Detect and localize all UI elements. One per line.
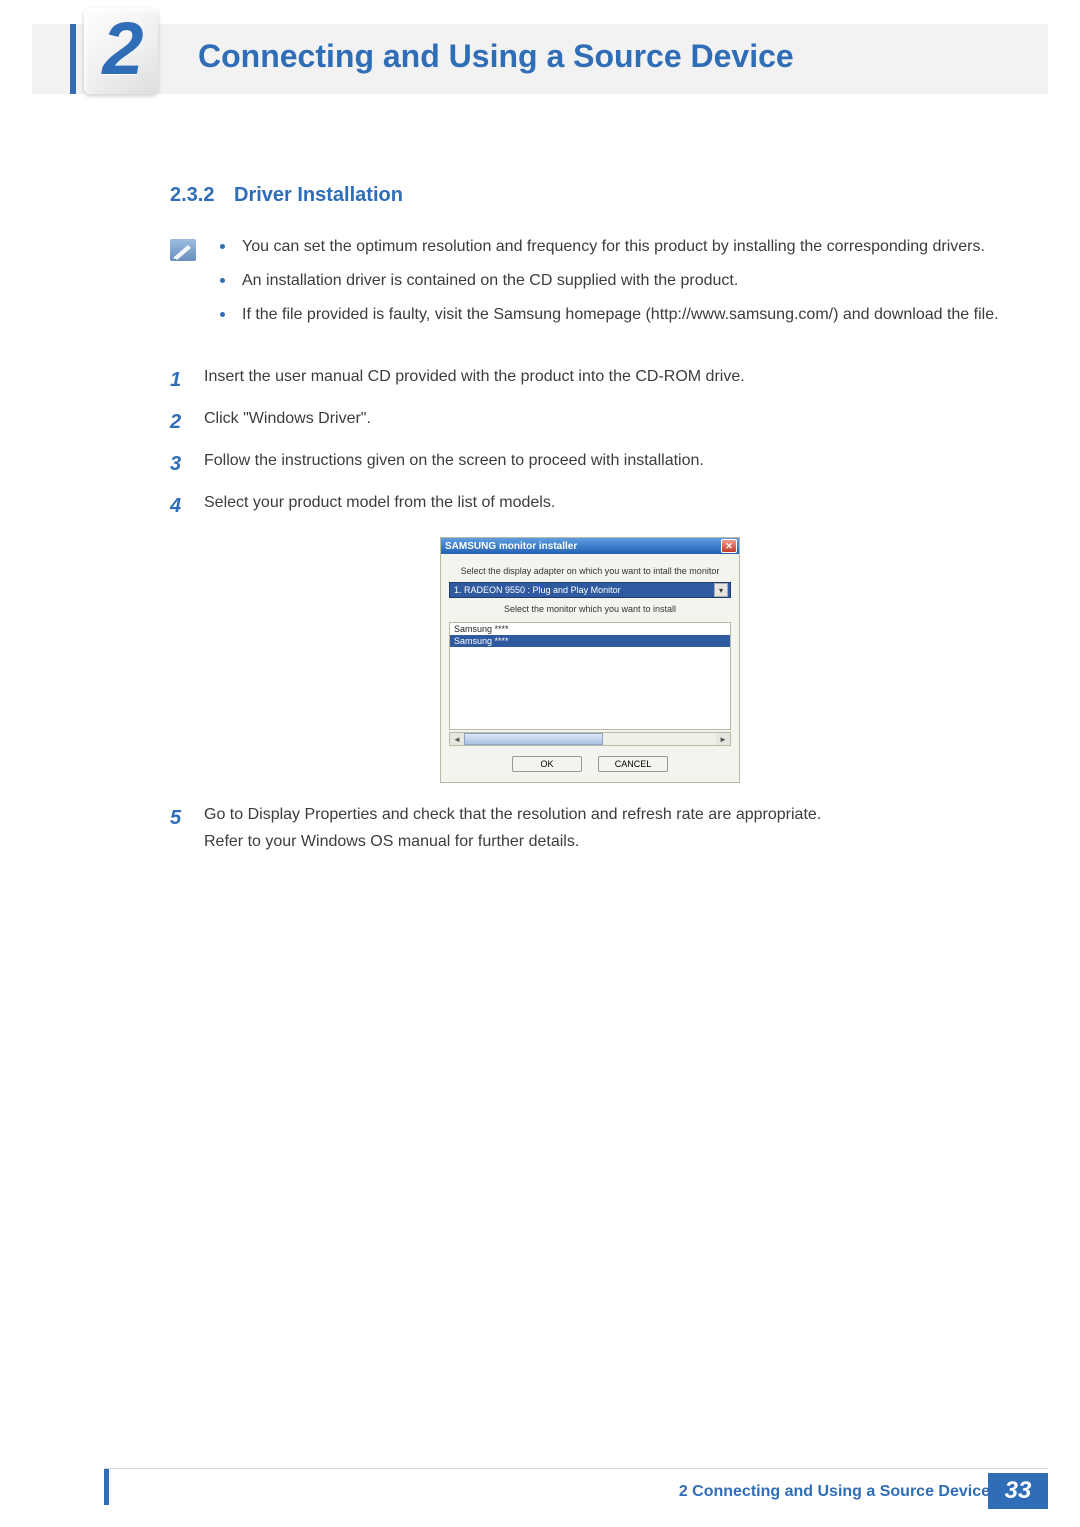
scroll-right-icon[interactable]: ► <box>716 733 730 745</box>
chapter-number: 2 <box>102 12 139 86</box>
note-list: You can set the optimum resolution and f… <box>220 235 999 337</box>
step-number: 3 <box>170 447 188 481</box>
list-item[interactable]: Samsung **** <box>450 635 730 647</box>
content: 2.3.2 Driver Installation You can set th… <box>170 184 1010 863</box>
dialog-instruction: Select the monitor which you want to ins… <box>449 598 731 620</box>
dialog-titlebar: SAMSUNG monitor installer ✕ <box>441 538 739 554</box>
installer-figure: SAMSUNG monitor installer ✕ Select the d… <box>170 537 1010 783</box>
installer-dialog: SAMSUNG monitor installer ✕ Select the d… <box>440 537 740 783</box>
step-text: Go to Display Properties and check that … <box>204 801 1010 855</box>
step-line: Refer to your Windows OS manual for furt… <box>204 833 579 850</box>
ok-button[interactable]: OK <box>512 756 582 772</box>
dialog-body: Select the display adapter on which you … <box>441 554 739 782</box>
dialog-buttons: OK CANCEL <box>449 756 731 772</box>
close-icon[interactable]: ✕ <box>721 539 737 553</box>
step-number: 4 <box>170 489 188 523</box>
step: 4 Select your product model from the lis… <box>170 489 1010 523</box>
step-number: 2 <box>170 405 188 439</box>
note-item: An installation driver is contained on t… <box>220 269 999 293</box>
steps-list: 5 Go to Display Properties and check tha… <box>170 801 1010 855</box>
footer-accent <box>104 1469 109 1505</box>
step-number: 1 <box>170 363 188 397</box>
step: 2 Click "Windows Driver". <box>170 405 1010 439</box>
note-icon <box>170 239 196 261</box>
monitor-list[interactable]: Samsung **** Samsung **** <box>449 622 731 730</box>
step: 3 Follow the instructions given on the s… <box>170 447 1010 481</box>
step-number: 5 <box>170 801 188 855</box>
section-number: 2.3.2 <box>170 184 234 207</box>
section-heading: 2.3.2 Driver Installation <box>170 184 1010 207</box>
step-text: Select your product model from the list … <box>204 489 1010 523</box>
note-text: An installation driver is contained on t… <box>242 272 738 289</box>
footer-text: 2 Connecting and Using a Source Device <box>679 1483 990 1501</box>
step-text: Insert the user manual CD provided with … <box>204 363 1010 397</box>
step-text: Follow the instructions given on the scr… <box>204 447 1010 481</box>
chevron-down-icon[interactable]: ▾ <box>714 583 728 597</box>
note-text: You can set the optimum resolution and f… <box>242 238 985 255</box>
footer-divider <box>104 1468 1048 1469</box>
note-text: If the file provided is faulty, visit th… <box>242 306 999 323</box>
page-number: 33 <box>988 1473 1048 1509</box>
step: 1 Insert the user manual CD provided wit… <box>170 363 1010 397</box>
adapter-select[interactable]: 1. RADEON 9550 : Plug and Play Monitor ▾ <box>449 582 731 598</box>
note-block: You can set the optimum resolution and f… <box>170 235 1010 337</box>
step: 5 Go to Display Properties and check tha… <box>170 801 1010 855</box>
dialog-instruction: Select the display adapter on which you … <box>449 560 731 582</box>
scroll-thumb[interactable] <box>464 733 603 745</box>
section-title: Driver Installation <box>234 184 403 207</box>
chapter-title: Connecting and Using a Source Device <box>198 38 794 75</box>
step-text: Click "Windows Driver". <box>204 405 1010 439</box>
note-item: You can set the optimum resolution and f… <box>220 235 999 259</box>
step-line: Go to Display Properties and check that … <box>204 806 821 823</box>
scroll-track[interactable] <box>464 733 716 745</box>
cancel-button[interactable]: CANCEL <box>598 756 668 772</box>
chapter-badge: 2 <box>84 8 158 94</box>
steps-list: 1 Insert the user manual CD provided wit… <box>170 363 1010 523</box>
dialog-title-text: SAMSUNG monitor installer <box>445 541 721 552</box>
scroll-left-icon[interactable]: ◄ <box>450 733 464 745</box>
header-accent <box>70 24 76 94</box>
horizontal-scrollbar[interactable]: ◄ ► <box>449 732 731 746</box>
adapter-selected: 1. RADEON 9550 : Plug and Play Monitor <box>454 585 714 595</box>
list-item[interactable]: Samsung **** <box>450 623 730 635</box>
note-item: If the file provided is faulty, visit th… <box>220 303 999 327</box>
